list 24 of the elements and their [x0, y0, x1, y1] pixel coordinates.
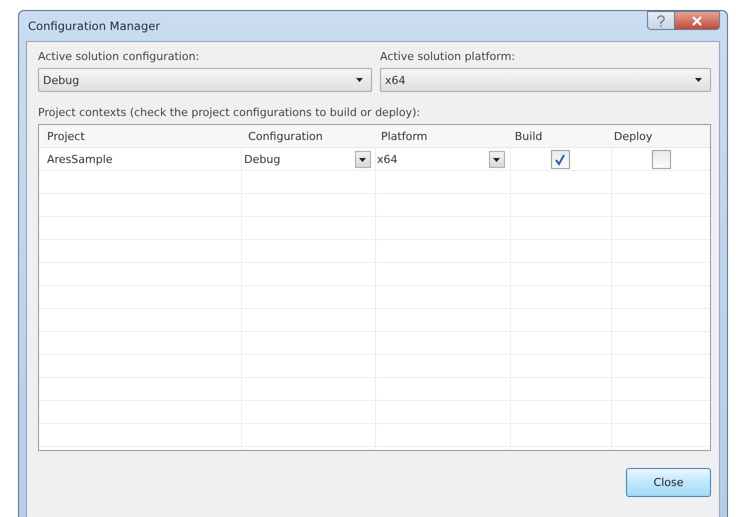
deploy-checkbox[interactable]: [652, 150, 672, 169]
table-cell-text: AresSample: [46, 153, 114, 166]
platform-cell-dropdown[interactable]: x64: [372, 148, 507, 170]
build-checkbox[interactable]: [550, 150, 570, 169]
section-label: Project contexts (check the project configurations to build or deploy):: [38, 106, 422, 119]
column-header: Build: [514, 130, 544, 142]
column-header: Configuration: [247, 130, 324, 142]
help-button[interactable]: [647, 11, 675, 30]
close-button[interactable]: [675, 11, 720, 30]
check-icon: [554, 154, 566, 166]
close-dialog-button[interactable]: Close: [626, 468, 711, 497]
field-label: Active solution configuration:: [38, 50, 200, 63]
platform-dropdown[interactable]: x64: [380, 68, 711, 92]
column-header: Platform: [380, 130, 428, 142]
window-title: Configuration Manager: [27, 19, 160, 33]
column-header: Deploy: [612, 130, 654, 142]
caret-icon: [356, 78, 363, 82]
caret-icon: [695, 78, 702, 82]
help-icon: [656, 14, 666, 26]
field-label: Active solution platform:: [380, 50, 516, 63]
configuration-dropdown[interactable]: Debug: [38, 68, 372, 92]
configuration-cell-dropdown[interactable]: Debug: [240, 148, 373, 170]
close-icon: [691, 16, 703, 26]
column-header: Project: [46, 130, 86, 142]
